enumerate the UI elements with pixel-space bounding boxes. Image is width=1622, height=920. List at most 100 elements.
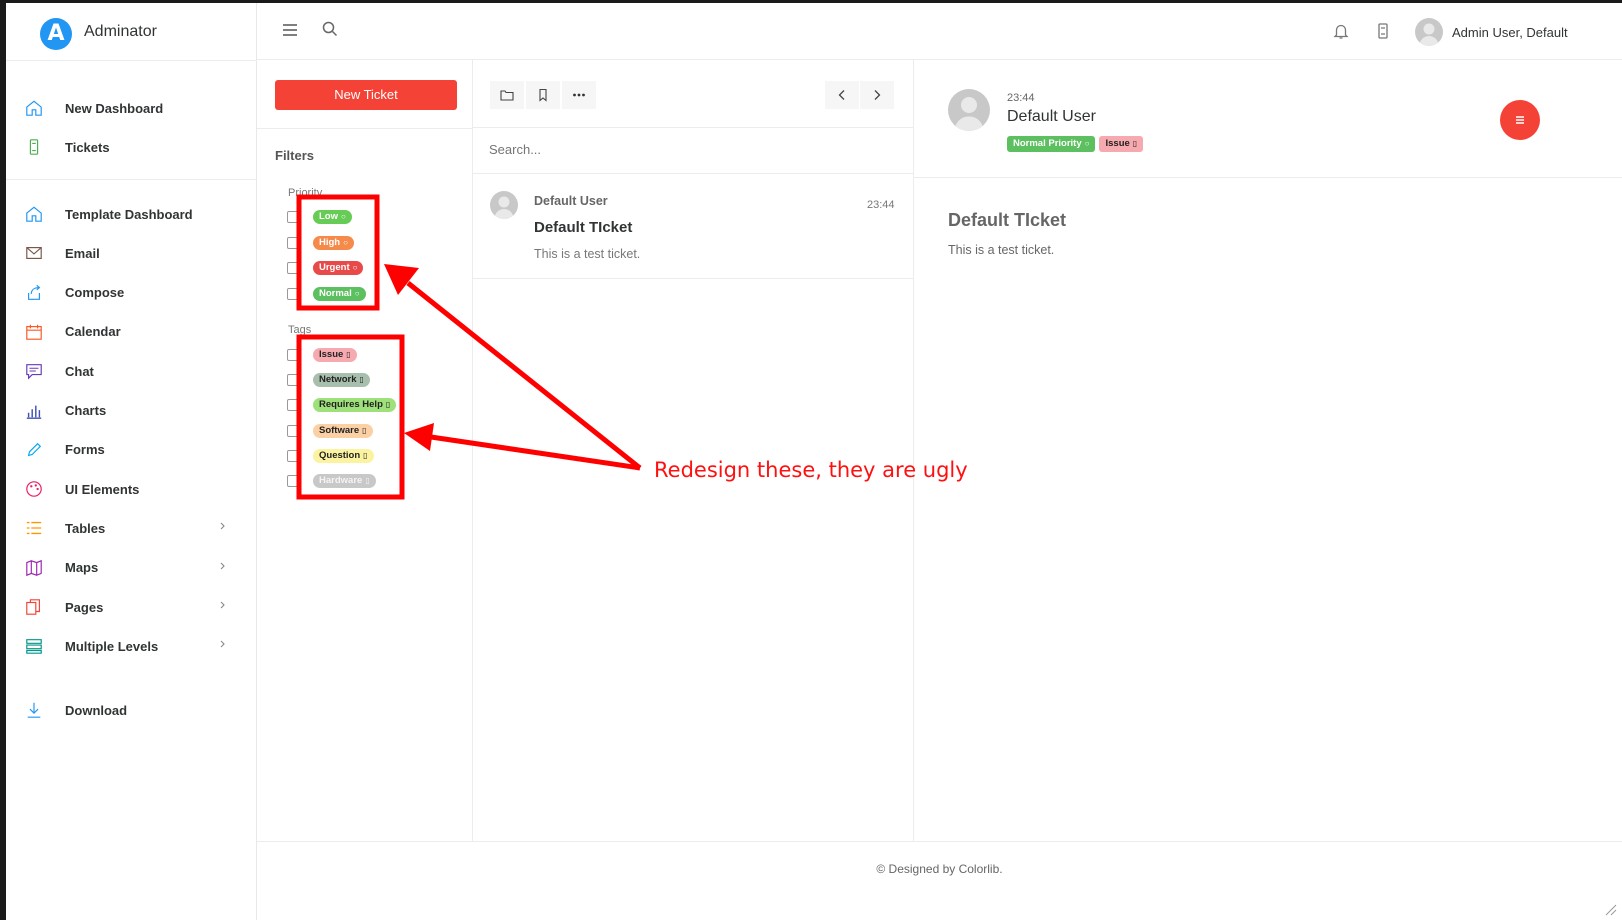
logo-row[interactable]: A Adminator [6,3,257,61]
ticket-title: Default TIcket [534,219,633,236]
ticket-icon [24,137,44,157]
sidebar-item-label: Template Dashboard [65,206,193,222]
chip-label: Normal [319,287,352,299]
sidebar-item-compose[interactable]: Compose [6,275,257,311]
footer-credit: © Designed by Colorlib. [876,862,1003,876]
ticket-row[interactable]: Default User 23:44 Default TIcket This i… [473,174,914,279]
sidebar-item-calendar[interactable]: Calendar [6,314,257,350]
new-ticket-button[interactable]: New Ticket [275,80,457,110]
sidebar-item-pages[interactable]: Pages [6,589,257,625]
search-icon[interactable] [321,20,339,38]
tags-chip-requires-help[interactable]: Requires Help ▯ [313,398,397,413]
tag-button[interactable] [526,81,560,109]
tags-chip-issue[interactable]: Issue ▯ [313,348,357,362]
tags-chip-hardware[interactable]: Hardware ▯ [313,474,376,488]
bell-icon[interactable] [1332,22,1350,40]
sidebar-item-tickets[interactable]: Tickets [6,129,257,165]
list-toolbar [473,60,914,128]
sidebar-item-label: Multiple Levels [65,638,159,654]
detail-user: Default User [1007,108,1096,125]
ticket-detail-panel: 23:44 Default User Normal Priority ○ Issue… [914,60,1622,841]
ticket-search-input[interactable] [489,142,889,157]
tags-checkbox-requires-help[interactable] [287,399,299,412]
detail-badge-normal-priority: Normal Priority ○ [1007,136,1096,152]
priority-checkbox-normal[interactable] [287,287,299,300]
priority-checkbox-high[interactable] [287,236,299,249]
sidebar-item-tables[interactable]: Tables [6,510,257,546]
priority-chip-high[interactable]: High ○ [313,235,354,250]
priority-chip-urgent[interactable]: Urgent ○ [313,261,364,275]
logo-icon: A [40,18,72,50]
calendar-icon [24,322,44,342]
tag-icon [539,88,547,102]
tags-chip-question[interactable]: Question ▯ [313,448,374,463]
ticket-icon[interactable] [1374,22,1392,40]
tag-icon: ▯ [359,375,364,385]
tags-checkbox-hardware[interactable] [287,475,299,487]
menu-icon [1516,116,1524,124]
ticket-preview: This is a test ticket. [534,247,641,261]
chip-label: Low [319,211,338,222]
user-name[interactable]: Admin User, Default [1452,25,1568,40]
sidebar-item-forms[interactable]: Forms [6,432,257,468]
circle-icon: ○ [343,237,348,247]
sidebar-item-label: Compose [65,285,125,301]
detail-body: This is a test ticket. [948,243,1055,257]
circle-icon: ○ [341,212,346,221]
resize-grip-icon[interactable] [1603,902,1617,916]
prev-page-button[interactable] [825,81,859,109]
priority-chip-low[interactable]: Low ○ [313,210,352,224]
priority-chip-normal[interactable]: Normal ○ [313,286,366,301]
tags-label: Tags [288,324,312,336]
detail-menu-button[interactable] [1500,100,1540,140]
home-icon [24,204,44,224]
priority-checkbox-urgent[interactable] [287,262,299,274]
mail-icon [24,243,44,263]
user-avatar[interactable] [1415,18,1443,46]
chat-icon [24,361,44,381]
sidebar-item-label: Tables [65,520,106,536]
badge-label: Normal Priority [1013,138,1082,149]
pencil-icon [24,440,44,460]
sidebar-item-chat[interactable]: Chat [6,353,257,389]
tags-checkbox-network[interactable] [287,374,299,387]
chip-label: Question [319,449,361,461]
tags-chip-software[interactable]: Software ▯ [313,423,373,438]
more-button[interactable] [562,81,596,109]
sidebar-divider [6,179,257,180]
sidebar-item-label: Chat [65,363,94,379]
filters-divider [257,128,473,129]
sidebar-item-ui-elements[interactable]: UI Elements [6,471,257,507]
detail-header: 23:44 Default User Normal Priority ○ Issue… [914,60,1622,178]
priority-checkbox-low[interactable] [287,211,299,223]
app-name: Adminator [84,23,157,40]
sidebar-item-template-dashboard[interactable]: Template Dashboard [6,196,257,232]
menu-toggle-icon[interactable] [281,21,299,39]
chevron-right-icon [874,90,881,100]
tag-icon: ▯ [346,350,351,359]
sidebar-item-multiple-levels[interactable]: Multiple Levels [6,628,257,664]
sidebar-item-charts[interactable]: Charts [6,393,257,429]
sidebar-item-email[interactable]: Email [6,235,257,271]
tags-checkbox-software[interactable] [287,424,299,437]
detail-badge-issue: Issue ▯ [1099,136,1144,152]
download-icon [24,700,44,720]
tag-icon: ▯ [362,425,367,435]
ticket-time: 23:44 [867,199,895,211]
chip-label: Network [319,374,357,386]
rows-icon [24,636,44,656]
sidebar-item-label: Calendar [65,324,121,340]
tags-checkbox-issue[interactable] [287,349,299,361]
tags-chip-network[interactable]: Network ▯ [313,373,370,388]
next-page-button[interactable] [860,81,894,109]
sidebar-item-maps[interactable]: Maps [6,550,257,586]
folder-button[interactable] [490,81,524,109]
search-row [473,128,914,174]
sidebar-item-download[interactable]: Download [6,692,257,728]
priority-label: Priority [288,187,323,199]
sidebar-item-new-dashboard[interactable]: New Dashboard [6,90,257,126]
map-icon [24,558,44,578]
more-dots-icon [573,93,585,97]
tags-checkbox-question[interactable] [287,449,299,462]
badge-label: Issue [1105,138,1130,149]
